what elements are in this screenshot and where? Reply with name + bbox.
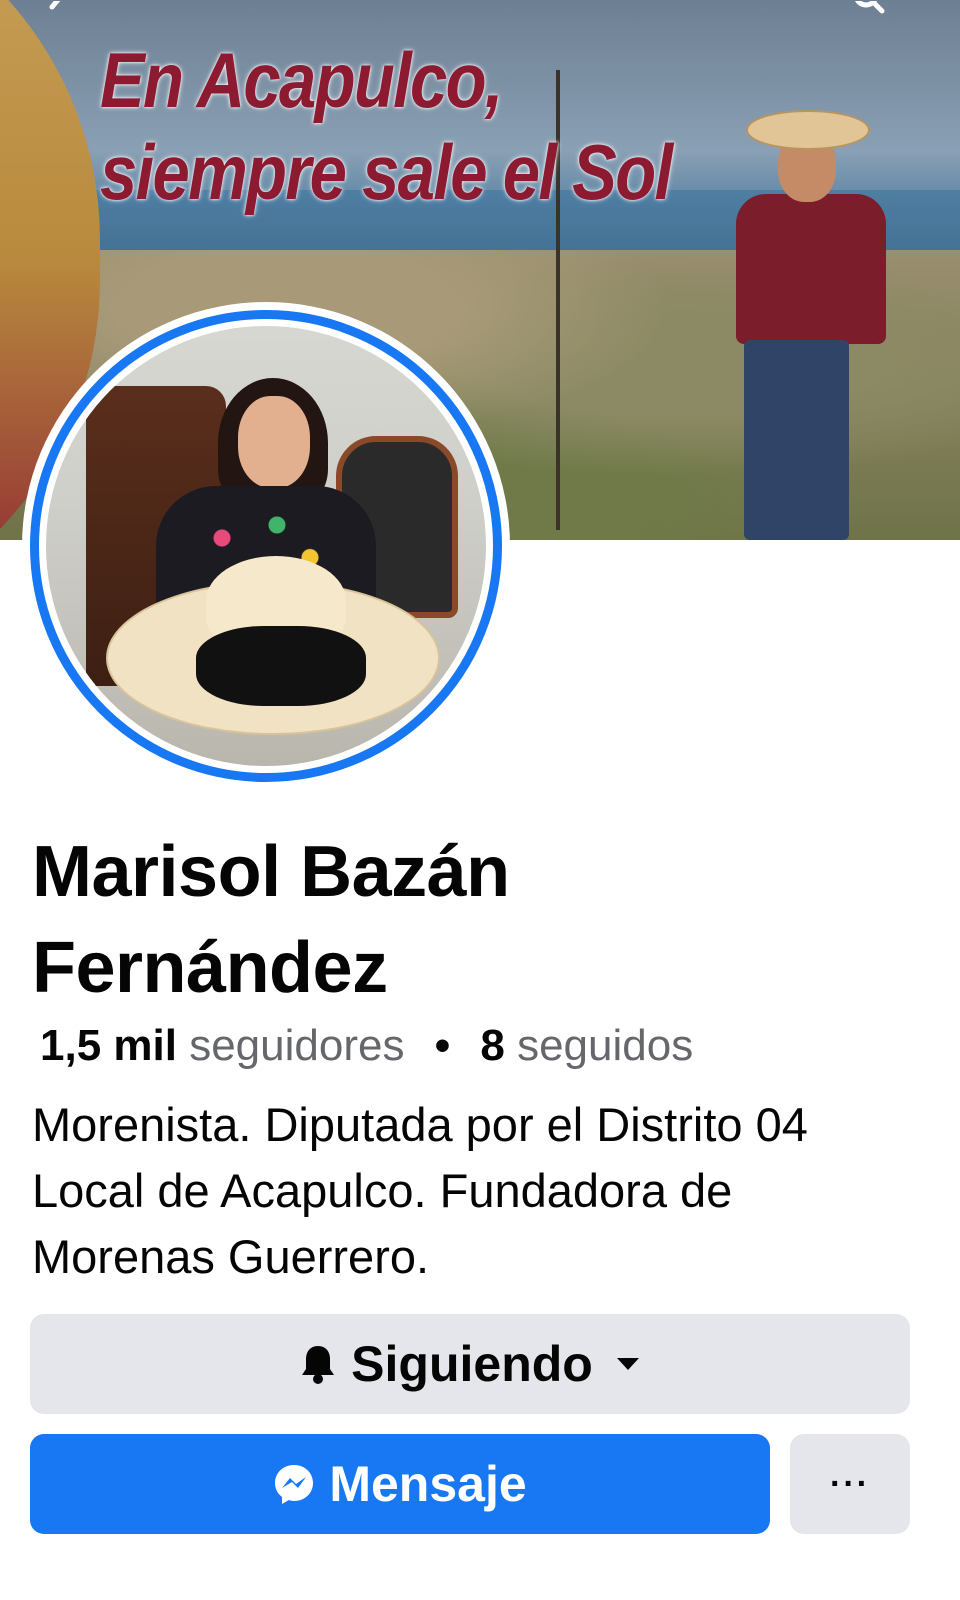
cover-person xyxy=(716,110,896,540)
following-button-label: Siguiendo xyxy=(351,1336,593,1392)
profile-name-line1: Marisol Bazán xyxy=(32,832,510,912)
following-button[interactable]: Siguiendo xyxy=(30,1314,910,1414)
profile-name-line2: Fernández xyxy=(32,928,388,1008)
profile-photo xyxy=(46,326,486,766)
search-icon[interactable] xyxy=(850,0,890,16)
stats-separator: • xyxy=(434,1021,451,1070)
following-count: 8 xyxy=(480,1021,505,1070)
caret-down-icon xyxy=(615,1356,641,1372)
profile-name: Marisol Bazán Fernández xyxy=(32,824,912,1016)
profile-bio: Morenista. Diputada por el Distrito 04 L… xyxy=(32,1098,808,1283)
followers-label: seguidores xyxy=(189,1021,405,1070)
messenger-icon xyxy=(273,1463,315,1505)
message-button[interactable]: Mensaje xyxy=(30,1434,770,1534)
back-icon[interactable] xyxy=(40,0,80,16)
message-button-label: Mensaje xyxy=(329,1456,527,1512)
profile-picture[interactable] xyxy=(22,302,510,790)
cover-slogan-line2: siempre sale el Sol xyxy=(100,128,673,216)
followers-count: 1,5 mil xyxy=(40,1021,177,1070)
cover-slogan: En Acapulco, siempre sale el Sol xyxy=(100,34,673,218)
cover-slogan-line1: En Acapulco, xyxy=(100,36,504,124)
following-link[interactable]: 8 seguidos xyxy=(480,1021,693,1070)
more-icon: ··· xyxy=(830,1464,870,1503)
profile-stats: 1,5 mil seguidores • 8 seguidos xyxy=(40,1018,693,1074)
followers-link[interactable]: 1,5 mil seguidores xyxy=(40,1021,417,1070)
bell-icon xyxy=(299,1343,337,1385)
following-label: seguidos xyxy=(517,1021,694,1070)
more-options-button[interactable]: ··· xyxy=(790,1434,910,1534)
